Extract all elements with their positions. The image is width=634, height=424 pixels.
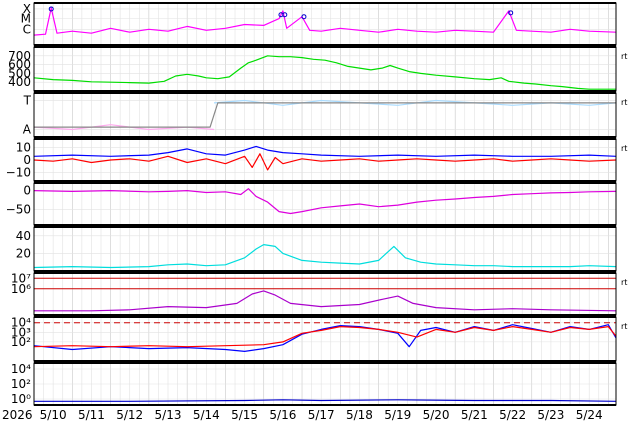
panel-electron_flux: 10⁷10⁶ rt xyxy=(11,271,627,316)
y-tick-label: 700 xyxy=(8,49,31,63)
panel-dst: 0−50 xyxy=(6,182,617,226)
panel-background xyxy=(34,227,616,271)
y-tick-label: 10⁴ xyxy=(11,362,31,376)
y-tick-label: 10² xyxy=(11,377,31,391)
panel-side-label: rt xyxy=(621,144,627,153)
panel-side-label: rt xyxy=(621,98,627,107)
x-tick-label: 5/18 xyxy=(346,408,373,422)
y-tick-label: 40 xyxy=(16,229,31,243)
panel-kp_density: 4020 xyxy=(16,226,617,272)
x-tick-label: 5/10 xyxy=(40,408,67,422)
y-tick-label: 0 xyxy=(23,184,31,198)
panel-background xyxy=(34,317,616,361)
panel-proton_high: 10⁴10²10⁰ xyxy=(11,362,617,406)
panel-side-label: rt xyxy=(621,278,627,287)
y-tick-label: 10² xyxy=(11,335,31,349)
y-tick-label: 20 xyxy=(16,246,31,260)
y-tick-label: T xyxy=(23,93,32,107)
panel-side-label: rt xyxy=(621,52,627,61)
x-tick-label: 5/17 xyxy=(308,408,335,422)
panel-background xyxy=(34,3,616,45)
y-tick-label: C xyxy=(23,22,31,36)
panel-proton_flux: 10⁴10³10²rt xyxy=(11,316,627,362)
x-tick-label: 5/16 xyxy=(269,408,296,422)
panel-imf_bz: 100−10rt xyxy=(6,138,627,182)
x-tick-label: 5/21 xyxy=(461,408,488,422)
x-tick-label: 5/20 xyxy=(423,408,450,422)
panel-xray: XMC xyxy=(21,2,617,46)
x-tick-label: 5/22 xyxy=(499,408,526,422)
x-tick-label: 5/23 xyxy=(537,408,564,422)
x-tick-label: 5/19 xyxy=(384,408,411,422)
y-tick-label: 10⁰ xyxy=(11,392,31,406)
y-tick-label: −10 xyxy=(6,165,31,179)
space-weather-chart: XMC400500600700 rtTArt100−10rt0−50402010⁷… xyxy=(2,2,627,422)
x-tick-label: 5/12 xyxy=(116,408,143,422)
panel-side-label: rt xyxy=(621,322,627,331)
x-tick-label: 5/15 xyxy=(231,408,258,422)
x-tick-label: 5/24 xyxy=(576,408,603,422)
x-axis-year-label: 2026 xyxy=(2,408,33,422)
panel-group: XMC400500600700 rtTArt100−10rt0−50402010⁷… xyxy=(6,2,627,406)
y-tick-label: −50 xyxy=(6,203,31,217)
x-axis: 2026 5/10 5/11 5/12 5/13 5/14 5/15 5/16 5/17 5/18… xyxy=(2,408,603,422)
x-tick-label: 5/13 xyxy=(155,408,182,422)
panel-wind_speed: 400500600700 rt xyxy=(8,46,627,92)
panel-background xyxy=(34,47,616,91)
x-tick-label: 5/11 xyxy=(78,408,105,422)
panel-background xyxy=(34,93,616,137)
x-tick-label: 5/14 xyxy=(193,408,220,422)
panel-background xyxy=(34,183,616,225)
y-tick-label: A xyxy=(23,123,32,137)
panel-imf_direction: T Art xyxy=(23,92,627,138)
y-tick-label: 10⁶ xyxy=(11,282,31,296)
